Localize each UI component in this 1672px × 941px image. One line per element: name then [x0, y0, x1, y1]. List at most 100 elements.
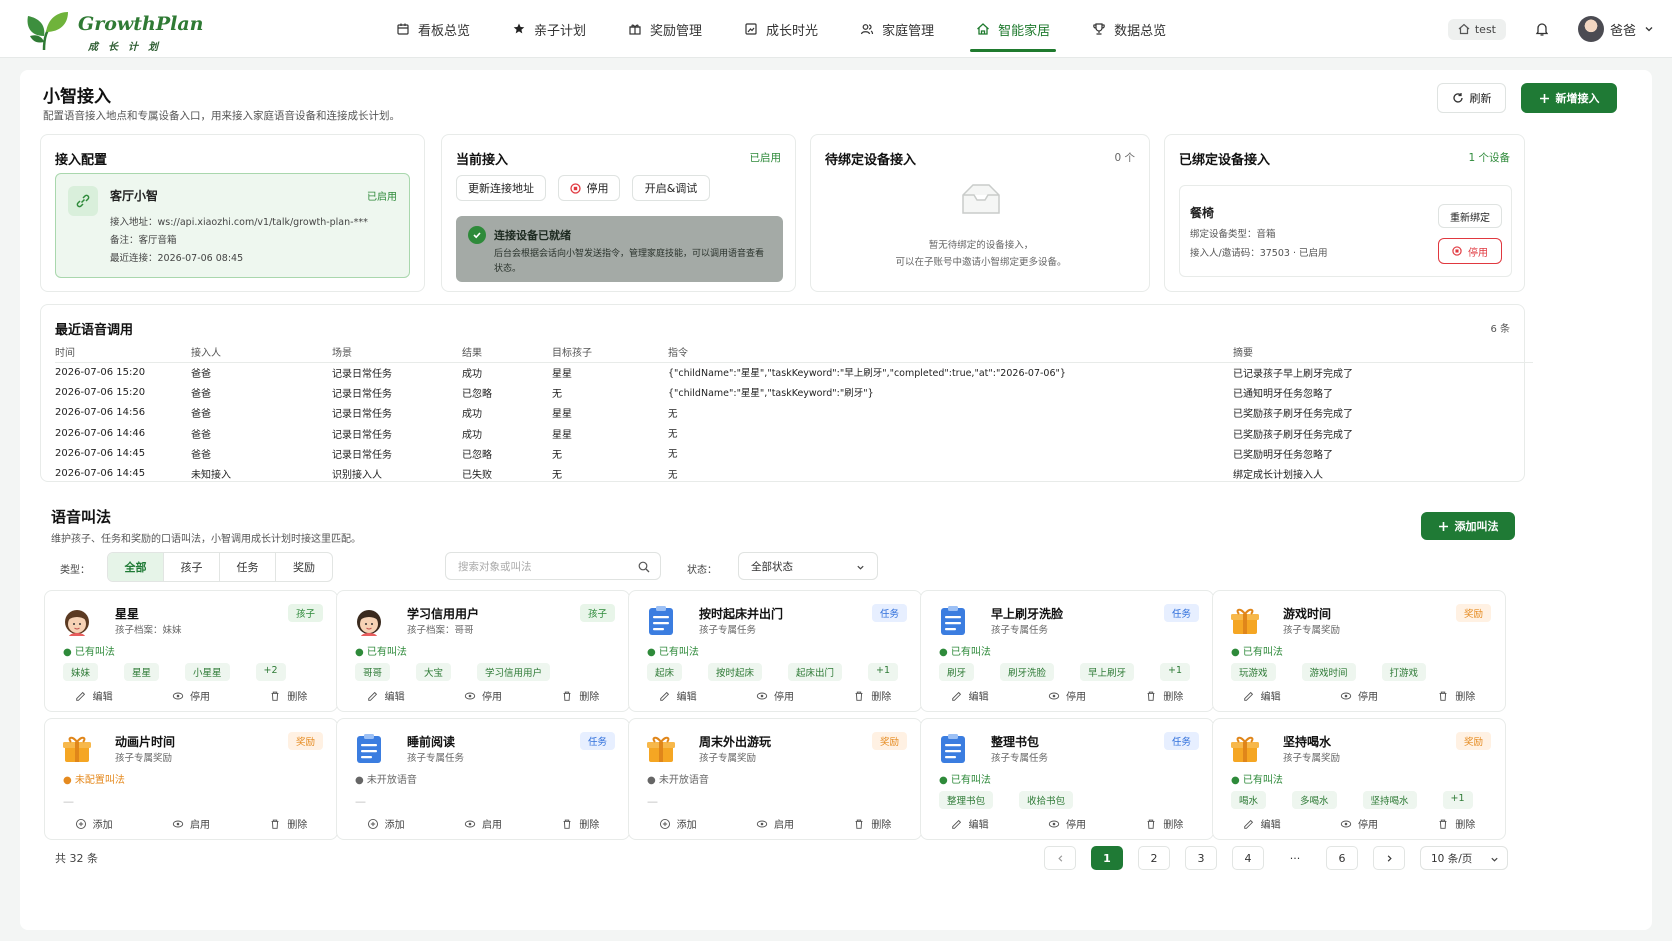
nav-item-1[interactable]: 亲子计划 [496, 0, 602, 58]
prev-page-button[interactable] [1044, 846, 1076, 870]
env-switch[interactable]: test [1447, 18, 1506, 40]
card-action-add[interactable]: 添加 [367, 816, 405, 831]
card-action-del[interactable]: 删除 [561, 688, 599, 703]
alias-tag[interactable]: 刷牙洗脸 [1000, 663, 1055, 681]
alias-tag[interactable]: 星星 [124, 663, 160, 681]
bell-icon[interactable] [1534, 21, 1550, 37]
access-item[interactable]: 客厅小智 已启用 接入地址：ws://api.xiaozhi.com/v1/ta… [55, 173, 410, 278]
alias-tag[interactable]: 喝水 [1231, 791, 1267, 809]
search-input[interactable]: 搜索对象或叫法 [445, 552, 661, 580]
search-icon[interactable] [638, 561, 650, 573]
card-action-del[interactable]: 删除 [853, 816, 891, 831]
alias-tag[interactable]: 起床 [647, 663, 683, 681]
alias-tag[interactable]: 整理书包 [939, 791, 994, 809]
alias-tag[interactable]: 坚持喝水 [1362, 791, 1417, 809]
card-action-disable[interactable]: 停用 [1048, 816, 1086, 831]
card-action-del[interactable]: 删除 [561, 816, 599, 831]
table-row[interactable]: 2026-07-06 14:45 未知接入 识别接入人 已失败 无 无 绑定成长计划接入人 [55, 463, 1533, 483]
alias-card[interactable]: 睡前阅读 孩子专属任务 任务 ● 未开放语音 — 添加 启用 删除 [336, 718, 630, 840]
alias-tag[interactable]: 小星星 [185, 663, 230, 681]
nav-item-3[interactable]: 成长时光 [728, 0, 834, 58]
user-name[interactable]: 爸爸 [1610, 20, 1636, 39]
card-action-del[interactable]: 删除 [1145, 688, 1183, 703]
card-action-edit[interactable]: 编辑 [951, 816, 989, 831]
type-option[interactable]: 奖励 [276, 553, 332, 581]
alias-tag[interactable]: 收拾书包 [1019, 791, 1074, 809]
card-action-disable[interactable]: 停用 [756, 688, 794, 703]
alias-card[interactable]: 周末外出游玩 孩子专属奖励 奖励 ● 未开放语音 — 添加 启用 删除 [628, 718, 922, 840]
add-access-button[interactable]: 新增接入 [1521, 83, 1617, 113]
user-avatar[interactable] [1577, 16, 1604, 42]
alias-card[interactable]: 早上刷牙洗脸 孩子专属任务 任务 ● 已有叫法 刷牙 刷牙洗脸 早上刷牙 +1 编辑 停用 删除 [920, 590, 1214, 712]
brand-logo[interactable]: GrowthPlan 成长计划 [24, 8, 204, 53]
card-action-edit[interactable]: 编辑 [1243, 816, 1281, 831]
card-action-disable[interactable]: 停用 [1340, 688, 1378, 703]
table-row[interactable]: 2026-07-06 15:20 爸爸 记录日常任务 已忽略 无 {"childName"… [55, 382, 1533, 402]
alias-tag[interactable]: 哥哥 [355, 663, 391, 681]
alias-tag[interactable]: +1 [1160, 663, 1191, 681]
alias-card[interactable]: 游戏时间 孩子专属奖励 奖励 ● 已有叫法 玩游戏 游戏时间 打游戏 编辑 停用 删除 [1212, 590, 1506, 712]
rebind-button[interactable]: 重新绑定 [1438, 204, 1502, 228]
page-button[interactable]: 4 [1232, 846, 1264, 870]
card-action-del[interactable]: 删除 [269, 688, 307, 703]
alias-tag[interactable]: 学习信用用户 [477, 663, 551, 681]
debug-button[interactable]: 开启&调试 [632, 175, 710, 201]
alias-tag[interactable]: 妹妹 [63, 663, 99, 681]
card-action-del[interactable]: 删除 [1145, 816, 1183, 831]
card-action-edit[interactable]: 编辑 [1243, 688, 1281, 703]
alias-tag[interactable]: 早上刷牙 [1080, 663, 1135, 681]
alias-tag[interactable]: 玩游戏 [1231, 663, 1276, 681]
nav-item-5[interactable]: 智能家居 [960, 0, 1066, 58]
alias-card[interactable]: 星星 孩子档案：妹妹 孩子 ● 已有叫法 妹妹 星星 小星星 +2 编辑 停用 删除 [44, 590, 338, 712]
table-row[interactable]: 2026-07-06 15:20 爸爸 记录日常任务 成功 星星 {"childName"… [55, 362, 1533, 382]
page-size-select[interactable]: 10 条/页 [1420, 846, 1508, 870]
page-button[interactable]: 1 [1091, 846, 1123, 870]
page-button[interactable]: 3 [1185, 846, 1217, 870]
alias-tag[interactable]: 多喝水 [1292, 791, 1337, 809]
alias-tag[interactable]: 游戏时间 [1301, 663, 1356, 681]
card-action-enable[interactable]: 启用 [172, 816, 210, 831]
status-select[interactable]: 全部状态 [738, 552, 878, 580]
table-row[interactable]: 2026-07-06 14:56 爸爸 记录日常任务 成功 星星 无 已奖励孩子刷牙任务完成… [55, 403, 1533, 423]
card-action-enable[interactable]: 启用 [464, 816, 502, 831]
alias-tag[interactable]: +1 [868, 663, 899, 681]
alias-tag[interactable]: 打游戏 [1381, 663, 1427, 681]
card-action-disable[interactable]: 停用 [464, 688, 502, 703]
disable-bound-button[interactable]: 停用 [1438, 238, 1502, 264]
alias-card[interactable]: 动画片时间 孩子专属奖励 奖励 ● 未配置叫法 — 添加 启用 删除 [44, 718, 338, 840]
alias-tag[interactable]: 按时起床 [708, 663, 763, 681]
nav-item-0[interactable]: 看板总览 [380, 0, 486, 58]
add-alias-button[interactable]: 添加叫法 [1421, 512, 1515, 540]
alias-tag[interactable]: +1 [1442, 791, 1473, 809]
chevron-down-icon[interactable] [1644, 24, 1654, 34]
card-action-del[interactable]: 删除 [269, 816, 307, 831]
alias-tag[interactable]: 大宝 [416, 663, 452, 681]
card-action-disable[interactable]: 停用 [1340, 816, 1378, 831]
card-action-enable[interactable]: 启用 [756, 816, 794, 831]
card-action-disable[interactable]: 停用 [172, 688, 210, 703]
type-option[interactable]: 全部 [108, 553, 164, 581]
nav-item-4[interactable]: 家庭管理 [844, 0, 950, 58]
alias-tag[interactable]: 刷牙 [939, 663, 975, 681]
alias-tag[interactable]: +2 [255, 663, 286, 681]
table-row[interactable]: 2026-07-06 14:45 爸爸 记录日常任务 已忽略 无 无 已奖励明牙任务忽略了 [55, 443, 1533, 463]
type-option[interactable]: 任务 [220, 553, 276, 581]
refresh-button[interactable]: 刷新 [1437, 83, 1506, 113]
next-page-button[interactable] [1373, 846, 1405, 870]
stop-button[interactable]: 停用 [558, 175, 620, 201]
alias-card[interactable]: 学习信用用户 孩子档案：哥哥 孩子 ● 已有叫法 哥哥 大宝 学习信用用户 编辑 停用 删除 [336, 590, 630, 712]
alias-tag[interactable]: 起床出门 [788, 663, 843, 681]
page-button[interactable]: ··· [1279, 846, 1311, 870]
card-action-add[interactable]: 添加 [75, 816, 113, 831]
page-button[interactable]: 6 [1326, 846, 1358, 870]
type-option[interactable]: 孩子 [164, 553, 220, 581]
card-action-del[interactable]: 删除 [1437, 688, 1475, 703]
card-action-disable[interactable]: 停用 [1048, 688, 1086, 703]
card-action-edit[interactable]: 编辑 [951, 688, 989, 703]
page-button[interactable]: 2 [1138, 846, 1170, 870]
table-row[interactable]: 2026-07-06 14:46 爸爸 记录日常任务 成功 星星 无 已奖励孩子刷牙任务完成… [55, 423, 1533, 443]
alias-card[interactable]: 按时起床并出门 孩子专属任务 任务 ● 已有叫法 起床 按时起床 起床出门 +1 编辑 停用 删除 [628, 590, 922, 712]
card-action-del[interactable]: 删除 [853, 688, 891, 703]
nav-item-6[interactable]: 数据总览 [1076, 0, 1182, 58]
card-action-add[interactable]: 添加 [659, 816, 697, 831]
